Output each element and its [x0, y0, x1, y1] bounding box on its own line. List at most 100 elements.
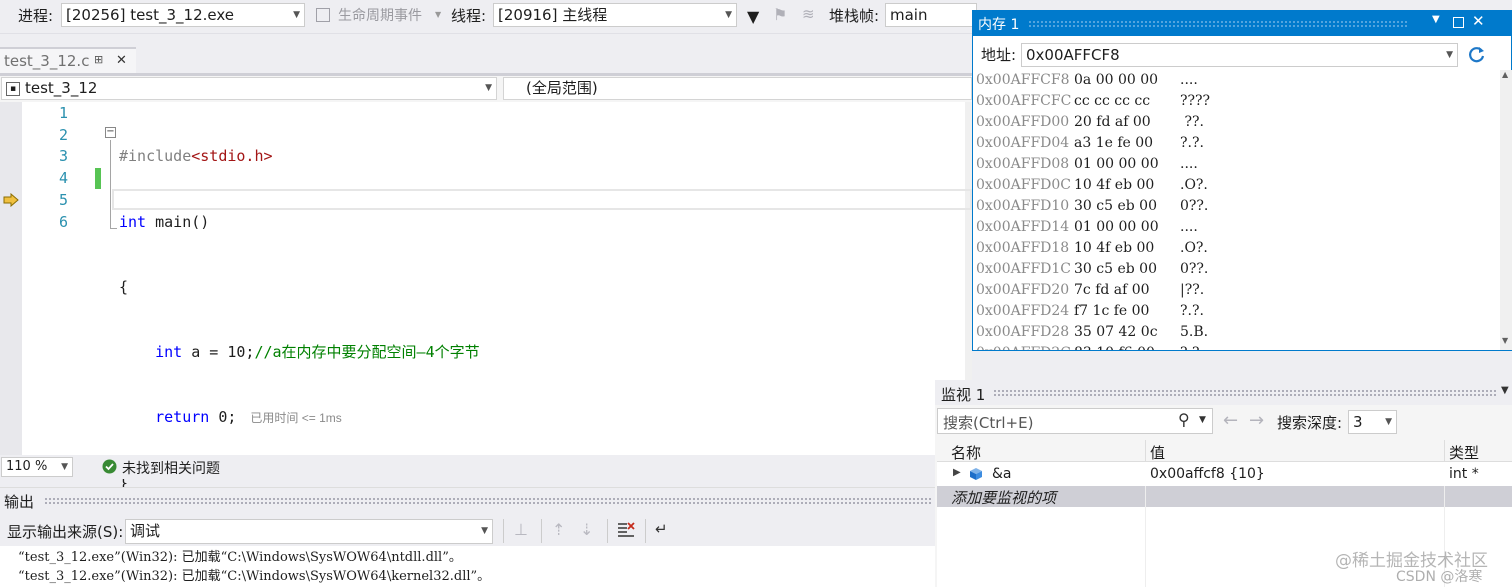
code-comment: //a在内存中要分配空间—4个字节	[254, 342, 480, 361]
memory-row[interactable]: 0x00AFFD20 7c fd af 00 |??.	[976, 280, 1498, 301]
watch-row[interactable]: ▶ &a 0x00affcf8 {10} int *	[937, 463, 1512, 486]
window-dropdown-icon[interactable]: ▼	[1501, 385, 1509, 396]
watch-search-input[interactable]: 搜索(Ctrl+E) ⚲ ▼	[937, 408, 1213, 434]
column-divider[interactable]	[1145, 440, 1146, 462]
next-message-icon[interactable]: ⇣	[580, 520, 593, 539]
column-divider[interactable]	[1444, 440, 1445, 462]
memory-row[interactable]: 0x00AFFD2C83 10 f6 00?.?.	[976, 343, 1498, 350]
memory-bytes[interactable]: 01 00 00 00	[1074, 154, 1180, 175]
memory-bytes[interactable]: cc cc cc cc	[1074, 91, 1180, 112]
memory-row[interactable]: 0x00AFFD00 20 fd af 00 ??.	[976, 112, 1498, 133]
memory-address: 0x00AFFD1C	[976, 261, 1071, 277]
variable-icon	[970, 468, 982, 480]
memory-bytes[interactable]: 10 4f eb 00	[1074, 175, 1180, 196]
column-name[interactable]: 名称	[951, 442, 981, 463]
word-wrap-icon[interactable]: ↵	[655, 520, 668, 538]
goto-location-icon[interactable]: ⊥	[514, 520, 528, 539]
memory-row[interactable]: 0x00AFFCF8 0a 00 00 00....	[976, 70, 1498, 91]
memory-bytes[interactable]: 83 10 f6 00	[1074, 343, 1180, 350]
code-token: main()	[146, 212, 210, 231]
memory-row[interactable]: 0x00AFFD24 f7 1c fe 00?.?.	[976, 301, 1498, 322]
editor-tab[interactable]: test_3_12.c ⊞ ✕	[0, 47, 136, 73]
memory-bytes[interactable]: 30 c5 eb 00	[1074, 196, 1180, 217]
collapse-icon[interactable]: −	[105, 127, 116, 138]
stackframe-dropdown[interactable]: main	[885, 3, 977, 27]
memory-row[interactable]: 0x00AFFCFC cc cc cc cc????	[976, 91, 1498, 112]
memory-row[interactable]: 0x00AFFD1C 30 c5 eb 00 0??.	[976, 259, 1498, 280]
memory-address: 0x00AFFD18	[976, 240, 1070, 256]
refresh-icon[interactable]	[1467, 45, 1487, 65]
memory-scrollbar[interactable]: ▲ ▼	[1500, 70, 1512, 350]
memory-row[interactable]: 0x00AFFD0C 10 4f eb 00 .O?.	[976, 175, 1498, 196]
memory-bytes[interactable]: 20 fd af 00	[1074, 112, 1180, 133]
memory-bytes[interactable]: 35 07 42 0c	[1074, 322, 1180, 343]
include-header: <stdio.h>	[191, 147, 273, 166]
window-dropdown-icon[interactable]: ▼	[1432, 14, 1440, 25]
column-value[interactable]: 值	[1150, 442, 1165, 463]
memory-bytes[interactable]: 0a 00 00 00	[1074, 70, 1180, 91]
memory-bytes[interactable]: 10 4f eb 00	[1074, 238, 1180, 259]
chevron-down-icon[interactable]: ▼	[1199, 415, 1206, 425]
memory-title-bar[interactable]: 内存 1 ▼ ✕	[972, 10, 1512, 36]
scroll-down-icon[interactable]: ▼	[1502, 336, 1508, 345]
search-icon[interactable]: ⚲	[1178, 410, 1190, 429]
scope-right-dropdown[interactable]: (全局范围)	[503, 77, 972, 100]
keyword: return	[155, 407, 210, 426]
zoom-dropdown[interactable]: 110 % ▼	[1, 457, 73, 477]
pin-icon[interactable]: ⊞	[94, 53, 103, 66]
current-statement-arrow-icon	[3, 193, 19, 207]
issues-status[interactable]: 未找到相关问题	[122, 458, 220, 478]
memory-row[interactable]: 0x00AFFD28 35 07 42 0c 5.B.	[976, 322, 1498, 343]
scroll-up-icon[interactable]: ▲	[1502, 70, 1508, 79]
toolbar-separator	[503, 519, 504, 543]
thread-dropdown[interactable]: [20916] 主线程 ▼	[493, 3, 737, 27]
maximize-icon[interactable]	[1453, 17, 1464, 28]
breakpoint-margin[interactable]	[0, 102, 22, 455]
memory-bytes[interactable]: f7 1c fe 00	[1074, 301, 1180, 322]
memory-bytes[interactable]: a3 1e fe 00	[1074, 133, 1180, 154]
close-icon[interactable]: ✕	[1472, 12, 1485, 30]
scope-left-dropdown[interactable]: ▪ test_3_12 ▼	[1, 77, 497, 100]
close-icon[interactable]: ✕	[116, 53, 127, 68]
memory-row[interactable]: 0x00AFFD14 01 00 00 00....	[976, 217, 1498, 238]
process-dropdown[interactable]: [20256] test_3_12.exe ▼	[61, 3, 305, 27]
memory-address: 0x00AFFD00	[976, 114, 1070, 130]
output-source-dropdown[interactable]: 调试 ▼	[125, 519, 493, 544]
code-line: {	[119, 277, 129, 296]
title-grip	[1028, 20, 1408, 27]
prev-message-icon[interactable]: ⇡	[552, 520, 565, 539]
back-arrow-icon[interactable]: ←	[1223, 410, 1238, 431]
memory-row[interactable]: 0x00AFFD04 a3 1e fe 00?.?.	[976, 133, 1498, 154]
memory-bytes[interactable]: 30 c5 eb 00	[1074, 259, 1180, 280]
memory-row[interactable]: 0x00AFFD08 01 00 00 00....	[976, 154, 1498, 175]
memory-row[interactable]: 0x00AFFD10 30 c5 eb 00 0??.	[976, 196, 1498, 217]
filter-icon[interactable]: ▼	[747, 7, 759, 26]
watch-title-bar[interactable]: 监视 1 ▼	[935, 380, 1512, 405]
address-input[interactable]: 0x00AFFCF8 ▼	[1021, 43, 1458, 67]
memory-bytes[interactable]: 01 00 00 00	[1074, 217, 1180, 238]
forward-arrow-icon[interactable]: →	[1249, 410, 1264, 431]
elapsed-time-hint: 已用时间 <= 1ms	[250, 410, 342, 425]
output-source-label: 显示输出来源(S):	[7, 523, 124, 541]
expand-icon[interactable]: ▶	[953, 467, 961, 478]
memory-grid[interactable]: 0x00AFFCF8 0a 00 00 00.... 0x00AFFCFC cc cc…	[976, 70, 1498, 350]
lifecycle-events-button[interactable]: 生命周期事件	[338, 6, 422, 26]
column-divider	[1444, 486, 1445, 507]
chevron-down-icon: ▼	[1446, 50, 1453, 60]
memory-address: 0x00AFFCF8	[976, 72, 1070, 88]
watch-row-value[interactable]: 0x00affcf8 {10}	[1150, 466, 1265, 482]
memory-address: 0x00AFFD2C	[976, 343, 1074, 350]
clear-all-icon[interactable]	[617, 521, 635, 539]
flag-thread-icon[interactable]: ⚑	[773, 5, 787, 24]
memory-ascii: 0??.	[1180, 261, 1209, 277]
add-watch-row[interactable]: 添加要监视的项	[937, 486, 1512, 507]
tab-title: test_3_12.c	[4, 52, 90, 70]
memory-row[interactable]: 0x00AFFD18 10 4f eb 00 .O?.	[976, 238, 1498, 259]
column-type[interactable]: 类型	[1449, 442, 1479, 463]
memory-bytes[interactable]: 7c fd af 00	[1074, 280, 1180, 301]
change-tracking-bar	[95, 168, 101, 189]
output-text-area[interactable]: “test_3_12.exe”(Win32): 已加载“C:\Windows\S…	[0, 546, 935, 587]
show-flagged-icon[interactable]: ≋	[802, 5, 815, 23]
search-depth-dropdown[interactable]: 3 ▼	[1348, 410, 1397, 434]
memory-ascii: |??.	[1180, 282, 1205, 298]
